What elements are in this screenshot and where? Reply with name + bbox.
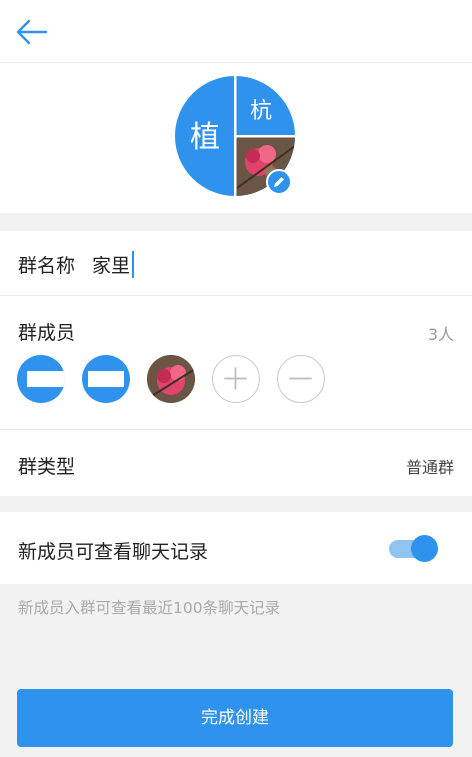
arrow-left-icon <box>16 19 48 45</box>
group-name-input[interactable]: 家里 <box>92 251 135 278</box>
member-avatar[interactable] <box>82 355 130 403</box>
plus-icon <box>224 367 247 390</box>
group-avatar-left-char: 植 <box>190 120 220 155</box>
group-members-label: 群成员 <box>18 322 76 344</box>
remove-member-button[interactable] <box>277 355 325 403</box>
group-name-label: 群名称 <box>18 255 76 277</box>
back-button[interactable] <box>14 14 50 50</box>
group-name-row: 群名称 家里 <box>0 231 472 296</box>
member-photo <box>147 355 195 403</box>
history-hint: 新成员入群可查看最近100条聊天记录 <box>18 599 281 617</box>
group-type-row[interactable]: 群类型 普通群 <box>0 430 472 496</box>
history-visible-label: 新成员可查看聊天记录 <box>18 541 209 563</box>
group-type-label: 群类型 <box>18 456 76 478</box>
edit-avatar-button[interactable] <box>266 169 292 195</box>
group-members-row: 群成员 3人 <box>0 296 472 430</box>
member-avatar[interactable] <box>147 355 195 403</box>
history-visible-toggle[interactable] <box>389 533 439 563</box>
minus-icon <box>289 377 312 380</box>
create-group-button[interactable]: 完成创建 <box>17 689 453 747</box>
history-visible-row: 新成员可查看聊天记录 <box>0 512 472 584</box>
toggle-knob <box>411 535 438 562</box>
add-member-button[interactable] <box>212 355 260 403</box>
group-members-count: 3人 <box>427 325 454 344</box>
group-avatar-section: 植 杭 <box>0 63 472 213</box>
group-type-value: 普通群 <box>405 458 454 477</box>
group-avatar-right-char: 杭 <box>250 99 272 124</box>
top-bar <box>0 0 472 63</box>
member-avatar[interactable] <box>17 355 65 403</box>
